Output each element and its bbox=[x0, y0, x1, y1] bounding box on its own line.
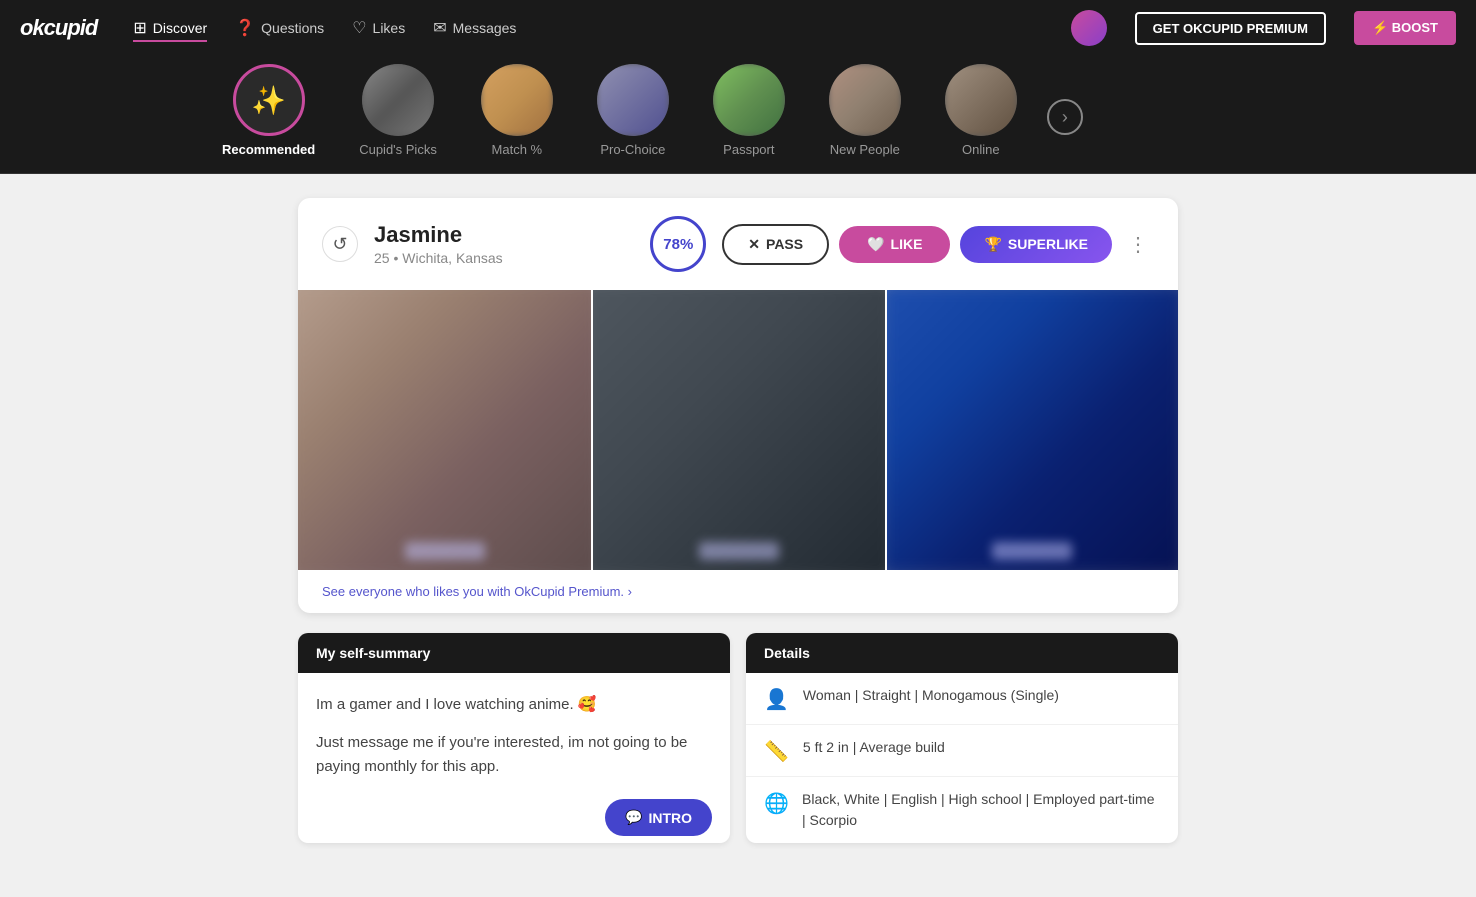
details-header: Details bbox=[746, 633, 1178, 673]
cat-thumb-newpeople bbox=[829, 64, 901, 136]
lower-sections: My self-summary Im a gamer and I love wa… bbox=[298, 633, 1178, 843]
detail-text-0: Woman | Straight | Monogamous (Single) bbox=[803, 685, 1059, 706]
pass-button[interactable]: ✕ PASS bbox=[722, 224, 829, 265]
profile-name-section: Jasmine 25 • Wichita, Kansas bbox=[374, 222, 634, 266]
logo: okcupid bbox=[20, 15, 97, 41]
superlike-button[interactable]: 🏆 SUPERLIKE bbox=[960, 226, 1112, 263]
detail-text-2: Black, White | English | High school | E… bbox=[802, 789, 1160, 831]
cat-label-prochoice: Pro-Choice bbox=[600, 142, 665, 157]
category-next-button[interactable]: › bbox=[1047, 99, 1083, 135]
profile-name: Jasmine bbox=[374, 222, 634, 248]
cat-thumb-cupids bbox=[362, 64, 434, 136]
x-icon: ✕ bbox=[748, 236, 760, 253]
nav-questions[interactable]: ❓ Questions bbox=[235, 14, 324, 42]
cat-thumb-passport bbox=[713, 64, 785, 136]
premium-button[interactable]: GET OKCUPID PREMIUM bbox=[1135, 12, 1326, 45]
photos-row bbox=[298, 290, 1178, 570]
cat-thumb-online bbox=[945, 64, 1017, 136]
cat-thumb-prochoice bbox=[597, 64, 669, 136]
summary-text-1: Im a gamer and I love watching anime. 🥰 bbox=[316, 693, 712, 717]
detail-row-1: 📏 5 ft 2 in | Average build bbox=[746, 725, 1178, 777]
cat-pro-choice[interactable]: Pro-Choice bbox=[575, 64, 691, 157]
nav-likes[interactable]: ♡ Likes bbox=[352, 14, 405, 42]
cat-recommended[interactable]: ✨ Recommended bbox=[200, 64, 337, 157]
cat-new-people[interactable]: New People bbox=[807, 64, 923, 157]
questions-icon: ❓ bbox=[235, 18, 255, 38]
cat-online[interactable]: Online bbox=[923, 64, 1039, 157]
photo-1[interactable] bbox=[298, 290, 591, 570]
avatar[interactable] bbox=[1071, 10, 1107, 46]
cat-cupids-picks[interactable]: Cupid's Picks bbox=[337, 64, 459, 157]
more-options-button[interactable]: ⋮ bbox=[1122, 228, 1154, 260]
cat-thumb-match bbox=[481, 64, 553, 136]
category-bar: ✨ Recommended Cupid's Picks Match % Pro-… bbox=[0, 56, 1476, 174]
message-icon: 💬 bbox=[625, 809, 642, 826]
cat-match[interactable]: Match % bbox=[459, 64, 575, 157]
boost-button[interactable]: ⚡ BOOST bbox=[1354, 11, 1456, 45]
detail-row-2: 🌐 Black, White | English | High school |… bbox=[746, 777, 1178, 843]
discover-icon: ⊞ bbox=[133, 18, 146, 38]
like-button[interactable]: 🤍 LIKE bbox=[839, 226, 950, 263]
heart-icon: 🤍 bbox=[867, 236, 884, 253]
messages-icon: ✉ bbox=[433, 18, 446, 38]
nav-messages[interactable]: ✉ Messages bbox=[433, 14, 516, 42]
nav-discover[interactable]: ⊞ Discover bbox=[133, 14, 207, 42]
profile-card: ↺ Jasmine 25 • Wichita, Kansas 78% ✕ PAS… bbox=[298, 198, 1178, 613]
cat-label-recommended: Recommended bbox=[222, 142, 315, 157]
profile-header: ↺ Jasmine 25 • Wichita, Kansas 78% ✕ PAS… bbox=[298, 198, 1178, 290]
self-summary-body: Im a gamer and I love watching anime. 🥰 … bbox=[298, 673, 730, 813]
superlike-icon: 🏆 bbox=[984, 236, 1001, 253]
top-nav: okcupid ⊞ Discover ❓ Questions ♡ Likes ✉… bbox=[0, 0, 1476, 56]
cat-thumb-recommended: ✨ bbox=[233, 64, 305, 136]
self-summary-card: My self-summary Im a gamer and I love wa… bbox=[298, 633, 730, 843]
intro-button[interactable]: 💬 INTRO bbox=[605, 799, 712, 836]
cat-label-online: Online bbox=[962, 142, 1000, 157]
detail-text-1: 5 ft 2 in | Average build bbox=[803, 737, 945, 758]
premium-link[interactable]: See everyone who likes you with OkCupid … bbox=[298, 570, 1178, 613]
recommended-icon: ✨ bbox=[251, 84, 286, 117]
refresh-button[interactable]: ↺ bbox=[322, 226, 358, 262]
photo-2[interactable] bbox=[591, 290, 884, 570]
profile-sub: 25 • Wichita, Kansas bbox=[374, 250, 634, 266]
photo-3[interactable] bbox=[885, 290, 1178, 570]
height-icon: 📏 bbox=[764, 739, 789, 764]
match-circle: 78% bbox=[650, 216, 706, 272]
cat-label-match: Match % bbox=[492, 142, 543, 157]
likes-icon: ♡ bbox=[352, 18, 366, 38]
self-summary-header: My self-summary bbox=[298, 633, 730, 673]
cat-label-passport: Passport bbox=[723, 142, 774, 157]
globe-icon: 🌐 bbox=[764, 791, 788, 816]
cat-passport[interactable]: Passport bbox=[691, 64, 807, 157]
person-icon: 👤 bbox=[764, 687, 789, 712]
main-content: ↺ Jasmine 25 • Wichita, Kansas 78% ✕ PAS… bbox=[278, 198, 1198, 843]
summary-text-2: Just message me if you're interested, im… bbox=[316, 731, 712, 779]
details-card: Details 👤 Woman | Straight | Monogamous … bbox=[746, 633, 1178, 843]
cat-label-newpeople: New People bbox=[830, 142, 900, 157]
action-buttons: ✕ PASS 🤍 LIKE 🏆 SUPERLIKE ⋮ bbox=[722, 224, 1154, 265]
cat-label-cupids: Cupid's Picks bbox=[359, 142, 437, 157]
detail-row-0: 👤 Woman | Straight | Monogamous (Single) bbox=[746, 673, 1178, 725]
